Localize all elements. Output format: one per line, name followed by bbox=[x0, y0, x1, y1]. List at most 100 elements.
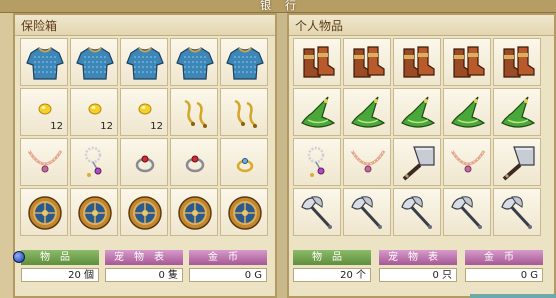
vault-slot[interactable] bbox=[220, 188, 268, 236]
vault-slot[interactable] bbox=[20, 138, 68, 186]
pearl-necklace-icon bbox=[298, 143, 338, 183]
inventory-slot[interactable] bbox=[493, 88, 541, 136]
vault-pets-count: 0 隻 bbox=[105, 268, 183, 282]
chainmail-armor-icon bbox=[175, 43, 215, 83]
vault-slot[interactable] bbox=[70, 138, 118, 186]
inventory-pets-label[interactable]: 宠物表 bbox=[379, 250, 457, 265]
vault-grid: 12 12 12 bbox=[20, 38, 268, 236]
cleaver-blade-icon bbox=[498, 143, 538, 183]
vault-slot[interactable] bbox=[70, 38, 118, 86]
inventory-slot[interactable] bbox=[343, 138, 391, 186]
inventory-items-count: 20 个 bbox=[293, 268, 371, 282]
window-title: 银行 bbox=[260, 0, 310, 12]
green-wizard-hat-icon bbox=[448, 93, 488, 133]
gold-earrings-icon bbox=[225, 93, 265, 133]
inventory-slot[interactable] bbox=[393, 138, 441, 186]
inventory-slot[interactable] bbox=[393, 38, 441, 86]
cleaver-blade-icon bbox=[398, 143, 438, 183]
inventory-slot[interactable] bbox=[493, 138, 541, 186]
inventory-title: 个人物品 bbox=[295, 19, 344, 33]
leather-boots-icon bbox=[398, 43, 438, 83]
selection-orb-icon[interactable] bbox=[13, 251, 25, 263]
round-shield-icon bbox=[25, 193, 65, 233]
vault-slot[interactable] bbox=[170, 88, 218, 136]
inventory-slot[interactable] bbox=[443, 38, 491, 86]
vault-slot[interactable] bbox=[170, 138, 218, 186]
battle-axe-icon bbox=[498, 193, 538, 233]
inventory-slot[interactable] bbox=[493, 38, 541, 86]
vault-slot[interactable] bbox=[70, 188, 118, 236]
round-shield-icon bbox=[75, 193, 115, 233]
vault-slot[interactable]: 12 bbox=[70, 88, 118, 136]
leather-boots-icon bbox=[348, 43, 388, 83]
gold-ring-icon bbox=[225, 143, 265, 183]
panel-divider bbox=[277, 13, 287, 298]
vault-slot[interactable] bbox=[120, 188, 168, 236]
inventory-slot[interactable] bbox=[443, 88, 491, 136]
inventory-slot[interactable] bbox=[443, 138, 491, 186]
green-wizard-hat-icon bbox=[398, 93, 438, 133]
round-shield-icon bbox=[225, 193, 265, 233]
chainmail-armor-icon bbox=[125, 43, 165, 83]
vault-pets-label[interactable]: 宠物表 bbox=[105, 250, 183, 265]
necklace-icon bbox=[448, 143, 488, 183]
window-titlebar: 银行 bbox=[0, 0, 556, 13]
inventory-gold-amount: 0 G bbox=[465, 268, 543, 282]
vault-slot[interactable] bbox=[220, 88, 268, 136]
chainmail-armor-icon bbox=[225, 43, 265, 83]
inventory-slot[interactable] bbox=[343, 88, 391, 136]
battle-axe-icon bbox=[298, 193, 338, 233]
ruby-ring-icon bbox=[175, 143, 215, 183]
round-shield-icon bbox=[175, 193, 215, 233]
chainmail-armor-icon bbox=[25, 43, 65, 83]
necklace-icon bbox=[25, 143, 65, 183]
battle-axe-icon bbox=[348, 193, 388, 233]
vault-slot[interactable] bbox=[20, 38, 68, 86]
vault-panel: 保险箱 12 12 12 物品 宠物表 金币 20 個 0 隻 0 G bbox=[13, 13, 277, 298]
inventory-slot[interactable] bbox=[293, 138, 341, 186]
inventory-slot[interactable] bbox=[293, 188, 341, 236]
chainmail-armor-icon bbox=[75, 43, 115, 83]
vault-slot[interactable] bbox=[220, 38, 268, 86]
vault-header: 保险箱 bbox=[15, 15, 275, 36]
vault-slot[interactable] bbox=[220, 138, 268, 186]
round-shield-icon bbox=[125, 193, 165, 233]
green-wizard-hat-icon bbox=[348, 93, 388, 133]
green-wizard-hat-icon bbox=[298, 93, 338, 133]
item-quantity: 12 bbox=[50, 121, 63, 132]
inventory-slot[interactable] bbox=[393, 88, 441, 136]
ruby-ring-icon bbox=[125, 143, 165, 183]
item-quantity: 12 bbox=[150, 121, 163, 132]
inventory-slot[interactable] bbox=[493, 188, 541, 236]
leather-boots-icon bbox=[298, 43, 338, 83]
gold-earrings-icon bbox=[175, 93, 215, 133]
vault-slot[interactable]: 12 bbox=[20, 88, 68, 136]
pearl-necklace-icon bbox=[75, 143, 115, 183]
vault-slot[interactable] bbox=[170, 188, 218, 236]
inventory-slot[interactable] bbox=[343, 38, 391, 86]
inventory-panel: 个人物品 物品 宠物表 金币 20 个 0 只 0 G bbox=[287, 13, 556, 298]
vault-slot[interactable] bbox=[170, 38, 218, 86]
vault-title: 保险箱 bbox=[21, 19, 58, 33]
inventory-slot[interactable] bbox=[343, 188, 391, 236]
vault-slot[interactable] bbox=[120, 38, 168, 86]
inventory-slot[interactable] bbox=[293, 88, 341, 136]
battle-axe-icon bbox=[448, 193, 488, 233]
leather-boots-icon bbox=[448, 43, 488, 83]
necklace-icon bbox=[348, 143, 388, 183]
green-wizard-hat-icon bbox=[498, 93, 538, 133]
item-quantity: 12 bbox=[100, 121, 113, 132]
bottom-edge-strip bbox=[470, 294, 556, 298]
inventory-gold-label: 金币 bbox=[465, 250, 543, 265]
inventory-slot[interactable] bbox=[293, 38, 341, 86]
inventory-slot[interactable] bbox=[443, 188, 491, 236]
inventory-slot[interactable] bbox=[393, 188, 441, 236]
inventory-header: 个人物品 bbox=[289, 15, 554, 36]
vault-items-label: 物品 bbox=[21, 250, 99, 265]
left-border bbox=[0, 13, 13, 298]
inventory-pets-count: 0 只 bbox=[379, 268, 457, 282]
vault-items-count: 20 個 bbox=[21, 268, 99, 282]
vault-slot[interactable] bbox=[20, 188, 68, 236]
vault-slot[interactable]: 12 bbox=[120, 88, 168, 136]
vault-slot[interactable] bbox=[120, 138, 168, 186]
